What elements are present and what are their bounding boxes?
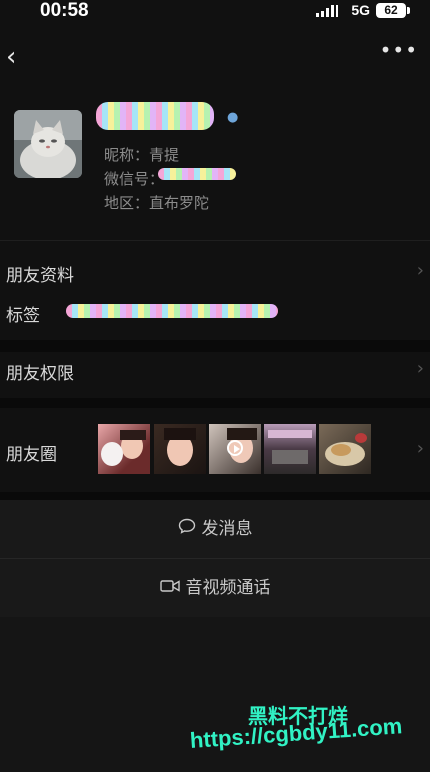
wechat-id-redacted (158, 168, 236, 180)
friend-permissions-label: 朋友权限 (6, 364, 74, 384)
section-divider (0, 492, 430, 500)
friend-info-label: 朋友资料 (6, 266, 74, 286)
tags-row[interactable]: 标签 (0, 292, 430, 332)
region-line: 地区：直布罗陀 (104, 194, 210, 212)
moments-photo[interactable] (319, 424, 371, 474)
voice-video-call-button[interactable]: 音视频通话 (0, 559, 430, 617)
send-message-button[interactable]: 发消息 (0, 500, 430, 558)
chevron-right-icon: › (416, 260, 424, 281)
video-camera-icon (159, 559, 180, 617)
moments-photo[interactable] (264, 424, 316, 474)
section-divider (0, 340, 430, 352)
status-time: 00:58 (40, 0, 89, 21)
friend-permissions-row[interactable]: 朋友权限 › (0, 352, 430, 398)
tags-label: 标签 (6, 306, 40, 326)
tags-redacted (66, 304, 278, 318)
chevron-right-icon: › (416, 358, 424, 379)
profile-header: ● 昵称：青提 微信号： 地区：直布罗陀 (14, 102, 430, 230)
nickname-redacted (96, 102, 214, 130)
section-divider (0, 398, 430, 408)
signal-icon (316, 5, 338, 17)
wechat-id-line: 微信号： (104, 170, 165, 188)
friend-info-row[interactable]: 朋友资料 › (0, 252, 430, 292)
avatar[interactable] (14, 110, 82, 178)
chevron-right-icon: › (416, 438, 424, 459)
battery-icon: 62 (376, 3, 410, 18)
moments-video[interactable] (209, 424, 261, 474)
divider (0, 240, 430, 241)
battery-level: 62 (384, 3, 398, 17)
person-icon: ● (227, 110, 239, 125)
status-bar: 00:58 5G 62 (0, 0, 430, 24)
nickname-line: 昵称：青提 (104, 146, 180, 164)
moments-photo[interactable] (154, 424, 206, 474)
more-dots-icon[interactable]: ••• (380, 38, 418, 62)
send-message-label: 发消息 (201, 519, 253, 539)
back-chevron-icon[interactable]: ‹ (6, 44, 16, 70)
moments-label: 朋友圈 (6, 445, 57, 465)
play-icon (227, 440, 243, 456)
chat-bubble-icon (178, 500, 196, 558)
moments-photo[interactable] (98, 424, 150, 474)
network-type: 5G (351, 2, 370, 18)
voice-video-call-label: 音视频通话 (185, 578, 271, 598)
